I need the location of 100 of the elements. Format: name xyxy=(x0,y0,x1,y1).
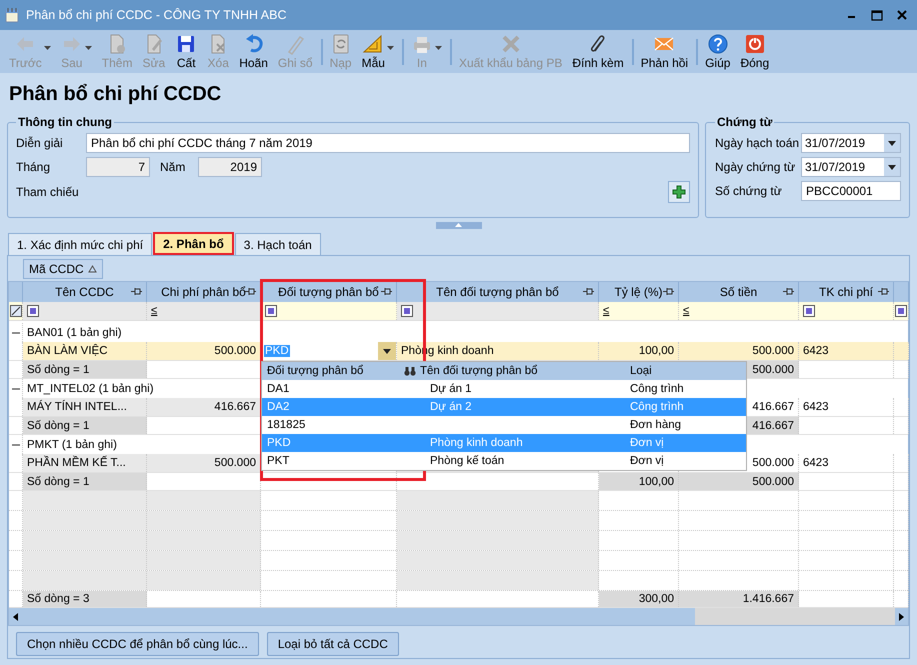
item-name: Dự án 2 xyxy=(430,401,472,413)
item-name: Phòng kế toán xyxy=(430,455,504,467)
field-label: Tháng xyxy=(16,160,52,174)
tab[interactable]: 2. Phân bổ xyxy=(153,232,234,255)
filter-cell[interactable] xyxy=(894,302,909,320)
item-code: DA2 xyxy=(266,401,290,413)
item-type: Đơn vị xyxy=(629,437,665,449)
scroll-right-icon[interactable] xyxy=(899,612,904,620)
filter-cell[interactable] xyxy=(397,302,599,320)
maximize-icon[interactable] xyxy=(871,10,883,20)
page-heading: Phân bổ chi phí CCDC xyxy=(9,82,222,106)
close-icon xyxy=(744,33,766,55)
table-cell: BÀN LÀM VIỆC xyxy=(23,342,147,360)
binoculars-icon[interactable] xyxy=(404,366,416,376)
toolbar-button[interactable]: Cất xyxy=(170,30,202,73)
filter-operator[interactable]: ≤ xyxy=(603,305,610,317)
filter-edit-icon[interactable] xyxy=(10,305,22,317)
item-code: PKT xyxy=(266,455,290,467)
toolbar-button[interactable]: Giúp xyxy=(700,30,736,73)
dropdown-button[interactable] xyxy=(378,342,396,360)
date-field[interactable]: 31/07/2019 xyxy=(801,133,901,153)
dropdown-item[interactable]: DA1 Dự án 1 Công trình xyxy=(262,380,746,398)
summary-cell: 300,00 xyxy=(599,591,679,607)
group-row-label: PMKT (1 bản ghi) xyxy=(26,438,117,450)
table-cell: 500.000 xyxy=(147,454,261,472)
field-label: Ngày chứng từ xyxy=(715,160,796,174)
scrollbar-thumb[interactable] xyxy=(695,608,895,625)
item-type: Công trình xyxy=(629,383,685,395)
dropdown-column-header: Tên đối tượng phân bổ xyxy=(420,365,538,377)
export-icon xyxy=(500,33,522,55)
field-label: Năm xyxy=(160,160,186,174)
filter-cell[interactable]: ≤ xyxy=(679,302,799,320)
summary-cell: Số dòng = 1 xyxy=(23,417,147,434)
pin-icon[interactable] xyxy=(663,287,674,296)
filter-operator-icon[interactable] xyxy=(803,305,815,317)
group-row-label: BAN01 (1 bản ghi) xyxy=(26,326,122,338)
caret-up-icon xyxy=(455,223,462,227)
description-field[interactable]: Phân bổ chi phí CCDC tháng 7 năm 2019 xyxy=(86,133,690,153)
tab[interactable]: 1. Xác định mức chi phí xyxy=(8,233,152,255)
group-title: Chứng từ xyxy=(716,115,774,129)
group-row-label: MT_INTEL02 (1 bản ghi) xyxy=(26,382,154,394)
table-cell: 6423 xyxy=(799,454,894,472)
pin-icon[interactable] xyxy=(245,287,256,296)
pin-icon[interactable] xyxy=(878,287,889,296)
template-icon xyxy=(362,33,384,55)
filter-operator-icon[interactable] xyxy=(265,305,277,317)
year-field[interactable]: 2019 xyxy=(198,157,262,177)
item-name: Phòng kinh doanh xyxy=(430,437,523,449)
collapse-handle[interactable] xyxy=(436,222,482,228)
date-field[interactable]: 31/07/2019 xyxy=(801,157,901,177)
pin-icon[interactable] xyxy=(583,287,594,296)
caret-icon xyxy=(44,46,51,50)
field-label: Tham chiếu xyxy=(16,185,80,199)
dropdown-column-header: Loại xyxy=(629,365,653,377)
filter-operator-icon[interactable] xyxy=(401,305,413,317)
table-cell: MÁY TÍNH INTEL... xyxy=(23,398,147,416)
horizontal-scrollbar[interactable] xyxy=(9,608,908,625)
field-label: Ngày hạch toán xyxy=(715,136,800,150)
summary-cell: Số dòng = 1 xyxy=(23,473,147,490)
item-code: PKD xyxy=(266,437,292,449)
toolbar-button[interactable]: Hoãn xyxy=(234,30,273,73)
add-reference-button[interactable] xyxy=(668,181,690,203)
item-type: Đơn vị xyxy=(629,455,665,467)
filter-operator[interactable]: ≤ xyxy=(683,305,690,317)
caret-icon xyxy=(434,46,442,50)
table-cell: 6423 xyxy=(799,342,894,360)
filter-cell[interactable]: ≤ xyxy=(147,302,261,320)
pin-icon[interactable] xyxy=(381,287,392,296)
caret-icon xyxy=(84,46,92,50)
pin-icon[interactable] xyxy=(783,287,794,296)
field-label: Diễn giải xyxy=(16,136,64,150)
filter-cell[interactable] xyxy=(23,302,147,320)
caret-icon xyxy=(386,46,394,50)
dropdown-column-header: Đối tượng phân bổ xyxy=(266,365,364,377)
table-cell: 500.000 xyxy=(679,342,799,360)
tab[interactable]: 3. Hạch toán xyxy=(234,233,321,255)
table-cell: 100,00 xyxy=(599,342,679,360)
caret-icon xyxy=(888,164,896,170)
toolbar-button[interactable]: Đóng xyxy=(735,30,774,73)
action-button[interactable]: Chọn nhiều CCDC để phân bổ cùng lúc... xyxy=(16,632,259,656)
table-cell: 416.667 xyxy=(147,398,261,416)
group-by-chip[interactable]: Mã CCDC xyxy=(23,258,103,278)
filter-operator[interactable]: ≤ xyxy=(151,305,158,317)
close-icon[interactable] xyxy=(897,10,907,20)
help-icon xyxy=(706,33,729,55)
window-title: Phân bổ chi phí CCDC - CÔNG TY TNHH ABC xyxy=(26,8,287,22)
item-name: Dự án 1 xyxy=(430,383,472,395)
item-code: DA1 xyxy=(266,383,290,395)
scroll-left-icon[interactable] xyxy=(13,612,18,620)
pin-icon[interactable] xyxy=(131,287,142,296)
summary-cell: 100,00 xyxy=(599,473,679,490)
voucher-number-field[interactable]: PBCC00001 xyxy=(801,181,901,201)
month-field[interactable]: 7 xyxy=(86,157,150,177)
filter-cell[interactable]: ≤ xyxy=(599,302,679,320)
filter-operator-icon[interactable] xyxy=(895,305,907,317)
action-button[interactable]: Loại bỏ tất cả CCDC xyxy=(266,632,399,656)
summary-cell: 500.000 xyxy=(679,473,799,490)
table-cell: PHẦN MỀM KẾ T... xyxy=(23,454,147,472)
filter-operator-icon[interactable] xyxy=(27,305,39,317)
app-icon xyxy=(4,7,20,23)
